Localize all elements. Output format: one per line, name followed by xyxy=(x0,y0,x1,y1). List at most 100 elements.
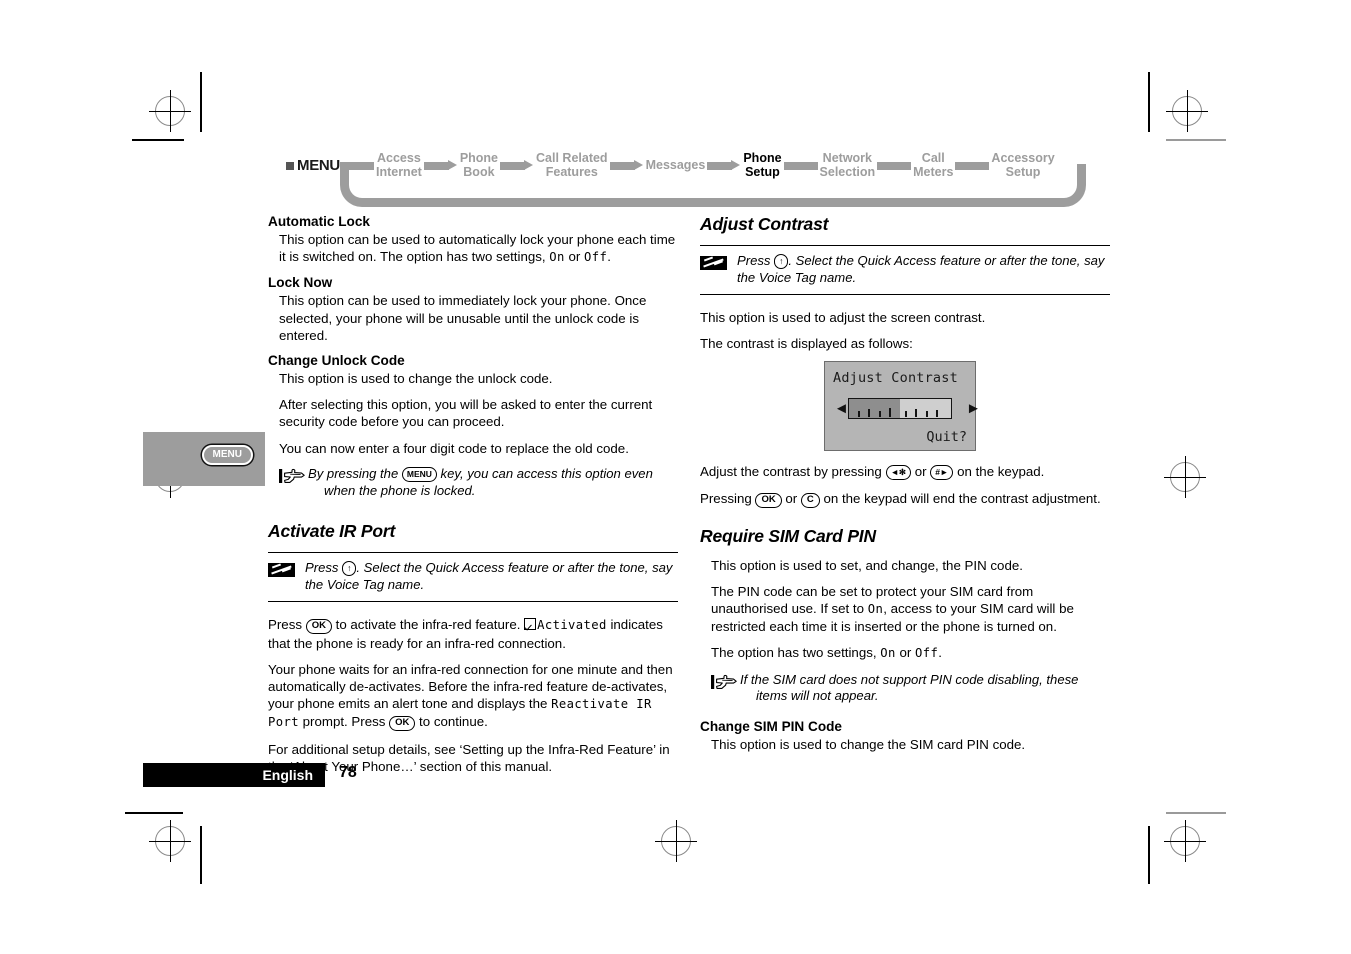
text: . xyxy=(938,645,942,661)
registration-mark-bottom-right xyxy=(1164,820,1206,862)
crop-rule-bottom-right-h xyxy=(1166,812,1226,814)
breadcrumb-item-access-internet[interactable]: Access Internet xyxy=(374,151,424,179)
breadcrumb-item-call-related-features[interactable]: Call Related Features xyxy=(534,151,610,179)
menu-keycap: MENU xyxy=(401,466,437,482)
paragraph-lock-now: This option can be used to immediately l… xyxy=(279,293,647,343)
breadcrumb-item-accessory-setup[interactable]: Accessory Setup xyxy=(989,151,1056,179)
paragraph-adjust-contrast-3: Adjust the contrast by pressing ◄✻ or #►… xyxy=(700,463,1110,481)
tip-note-text: If the SIM card does not support PIN cod… xyxy=(740,672,1078,706)
star-key-keycap: ◄✻ xyxy=(885,465,912,481)
value-off: Off xyxy=(914,646,939,661)
paragraph-activate-ir-1: Press OK to activate the infra-red featu… xyxy=(268,616,678,651)
value-off: Off xyxy=(583,250,608,265)
phone-screen-illustration: Adjust Contrast ◄ ► Quit? xyxy=(824,361,981,452)
text: key, you can access this option even xyxy=(436,465,653,481)
text: prompt. Press xyxy=(298,714,390,730)
text: on the keypad will end the contrast adju… xyxy=(819,490,1101,506)
paragraph-require-sim-1: This option is used to set, and change, … xyxy=(711,557,1023,573)
text: . Select the Quick Access feature or aft… xyxy=(737,253,1105,285)
left-column: Automatic Lock This option can be used t… xyxy=(268,214,678,784)
crop-rule-top-right-v xyxy=(1148,72,1150,132)
up-key-keycap: ↑ xyxy=(774,254,789,269)
heading-lock-now: Lock Now xyxy=(268,275,333,291)
paragraph-activate-ir-3: For additional setup details, see ‘Setti… xyxy=(268,741,670,774)
breadcrumb-connector-2 xyxy=(500,160,534,171)
voice-command-icon xyxy=(268,563,295,578)
tip-note-sim-pin: If the SIM card does not support PIN cod… xyxy=(700,672,1110,706)
paragraph-require-sim-3: The option has two settings, On or Off. xyxy=(700,644,1110,662)
paragraph-activate-ir-2: Your phone waits for an infra-red connec… xyxy=(268,661,678,732)
text: By pressing the xyxy=(308,465,402,481)
text: or xyxy=(895,645,915,661)
breadcrumb-item-phone-setup[interactable]: Phone Setup xyxy=(741,151,783,179)
paragraph-adjust-contrast-1: This option is used to adjust the screen… xyxy=(700,310,986,325)
text: If the SIM card does not support PIN cod… xyxy=(740,671,1079,687)
text: . xyxy=(607,249,611,265)
breadcrumb-item-call-meters[interactable]: Call Meters xyxy=(911,151,955,179)
ok-keycap: OK xyxy=(305,619,332,635)
heading-change-unlock-code: Change Unlock Code xyxy=(268,353,405,369)
pointing-hand-icon xyxy=(711,674,737,691)
thumb-tab: MENU xyxy=(143,432,265,486)
paragraph-change-sim-pin: This option is used to change the SIM ca… xyxy=(711,737,1026,753)
crop-rule-bottom-left-v xyxy=(200,826,202,884)
menu-text: MENU xyxy=(297,157,340,174)
voice-note-adjust-contrast: Press ↑. Select the Quick Access feature… xyxy=(700,245,1110,295)
text: Press xyxy=(737,253,775,268)
heading-change-sim-pin-code: Change SIM PIN Code xyxy=(700,719,842,735)
breadcrumb-items: MENU Access Internet Phone Book Call Rel… xyxy=(286,151,1086,179)
heading-adjust-contrast: Adjust Contrast xyxy=(700,214,829,234)
phone-screen-title: Adjust Contrast xyxy=(833,370,958,387)
value-on: On xyxy=(867,602,884,617)
text: to continue. xyxy=(415,714,488,730)
text: or xyxy=(564,249,584,265)
heading-automatic-lock: Automatic Lock xyxy=(268,214,370,229)
breadcrumb-connector-0 xyxy=(339,160,374,171)
crop-rule-bottom-right-v xyxy=(1148,826,1150,884)
registration-mark-bottom-left xyxy=(149,820,191,862)
breadcrumb-item-messages[interactable]: Messages xyxy=(644,158,708,173)
voice-note-text: Press ↑. Select the Quick Access feature… xyxy=(305,560,678,593)
manual-page: MENU Access Internet Phone Book Call Rel… xyxy=(0,0,1351,954)
breadcrumb-connector-1 xyxy=(423,160,458,171)
paragraph-adjust-contrast-4: Pressing OK or C on the keypad will end … xyxy=(700,490,1110,508)
breadcrumb-connector-6 xyxy=(877,160,912,171)
value-on: On xyxy=(549,250,565,265)
breadcrumb-menu-label: MENU xyxy=(286,157,340,174)
text: . Select the Quick Access feature or aft… xyxy=(305,560,673,592)
contrast-slider: ◄ ► xyxy=(834,398,981,420)
right-column: Adjust Contrast Press ↑. Select the Quic… xyxy=(700,214,1110,762)
heading-activate-ir-port: Activate IR Port xyxy=(268,521,396,542)
text: items will not appear. xyxy=(756,688,879,704)
tip-note-menu-key: By pressing the MENU key, you can access… xyxy=(268,466,678,500)
breadcrumb: MENU Access Internet Phone Book Call Rel… xyxy=(286,151,1086,207)
breadcrumb-item-phone-book[interactable]: Phone Book xyxy=(458,151,500,179)
registration-mark-top-left xyxy=(149,90,191,132)
heading-require-sim-card-pin: Require SIM Card PIN xyxy=(700,525,876,546)
value-on: On xyxy=(880,646,896,661)
contrast-bar xyxy=(848,398,952,420)
hash-key-keycap: #► xyxy=(930,465,954,481)
paragraph-change-unlock-code-1: This option is used to change the unlock… xyxy=(279,371,553,387)
voice-note-text: Press ↑. Select the Quick Access feature… xyxy=(737,253,1110,286)
crop-rule-top-left-h xyxy=(132,139,184,141)
text: Press xyxy=(268,617,306,633)
footer-language-bar: English xyxy=(143,763,325,787)
page-number: 78 xyxy=(339,764,357,781)
tip-note-text: By pressing the MENU key, you can access… xyxy=(308,466,653,500)
text: Pressing xyxy=(700,490,756,506)
paragraph-adjust-contrast-2: The contrast is displayed as follows: xyxy=(700,336,913,352)
text: This option can be used to automatically… xyxy=(279,232,676,265)
voice-note-activate-ir-port: Press ↑. Select the Quick Access feature… xyxy=(268,552,678,603)
breadcrumb-item-network-selection[interactable]: Network Selection xyxy=(818,151,878,179)
paragraph-automatic-lock: This option can be used to automatically… xyxy=(268,231,678,266)
breadcrumb-connector-5 xyxy=(783,160,818,171)
text: on the keypad. xyxy=(953,464,1045,480)
crop-rule-top-left-v xyxy=(200,72,202,132)
value-activated: Activated xyxy=(537,618,607,633)
breadcrumb-connector-7 xyxy=(955,160,990,171)
text: The option has two settings, xyxy=(711,645,881,661)
paragraph-change-unlock-code-3: You can now enter a four digit code to r… xyxy=(279,440,629,456)
paragraph-change-unlock-code-2: After selecting this option, you will be… xyxy=(279,397,653,430)
menu-square-icon xyxy=(286,161,294,170)
